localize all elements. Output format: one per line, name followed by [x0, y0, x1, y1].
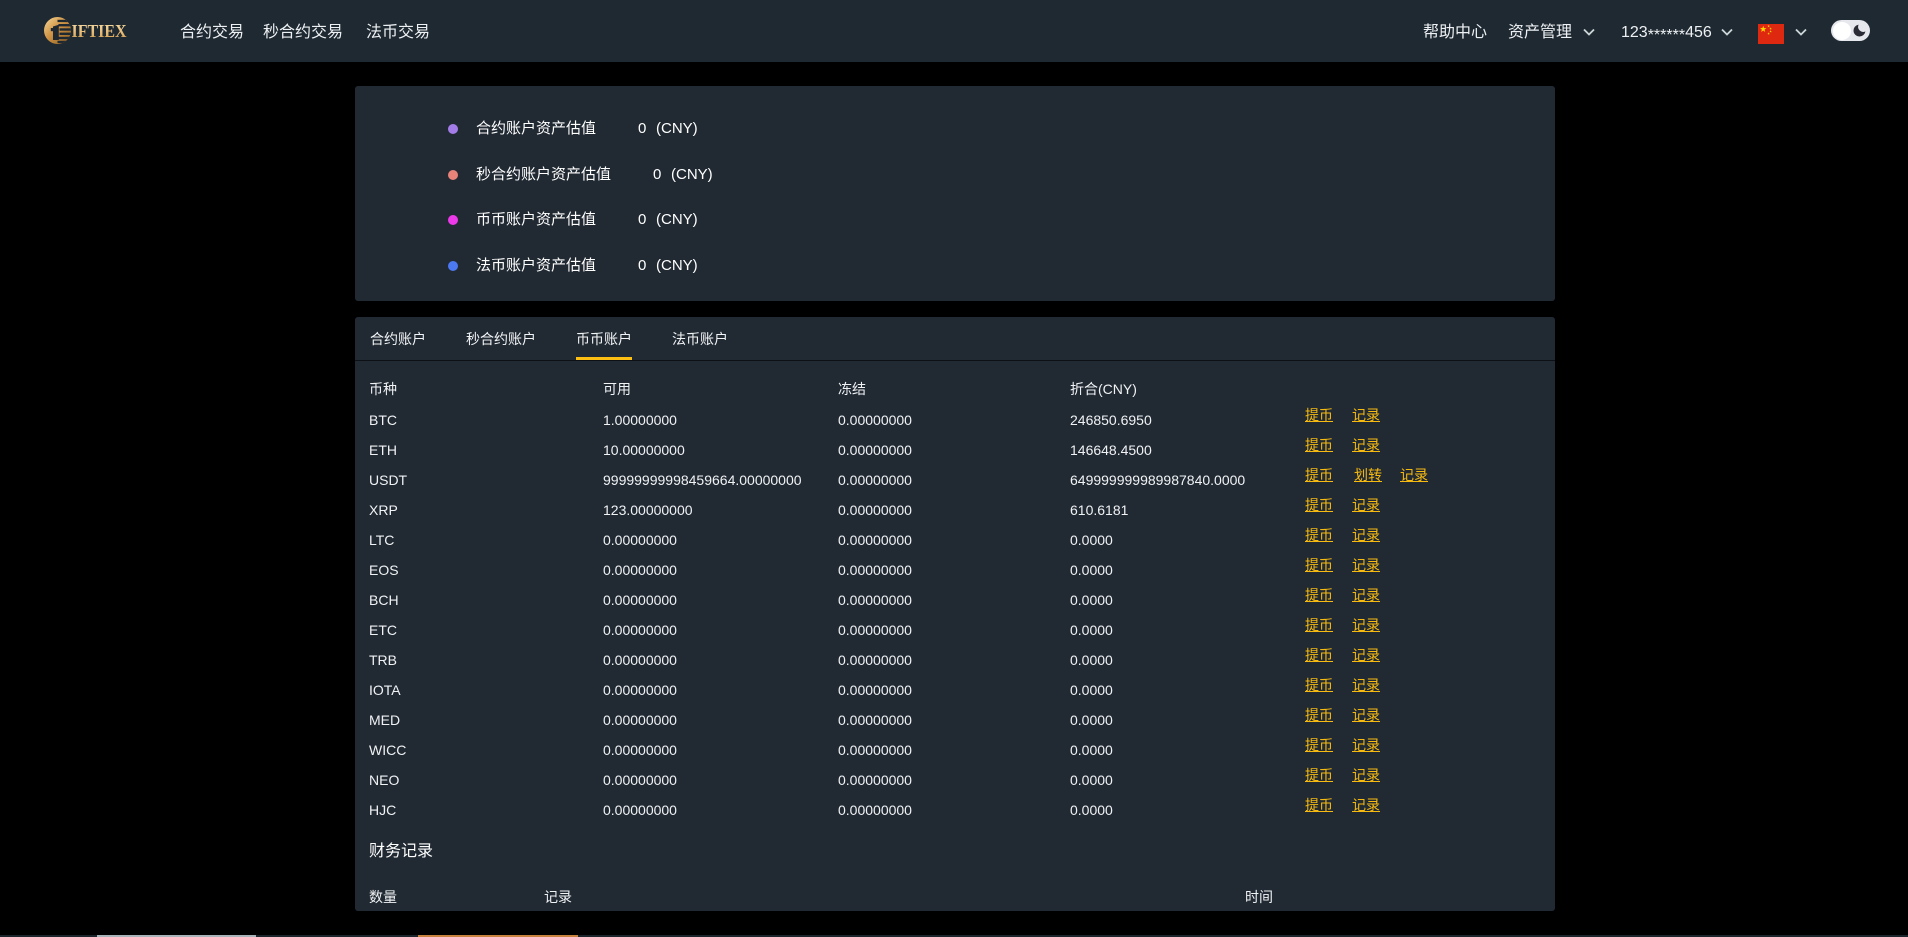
svg-text:IFTIEX: IFTIEX	[72, 21, 127, 41]
